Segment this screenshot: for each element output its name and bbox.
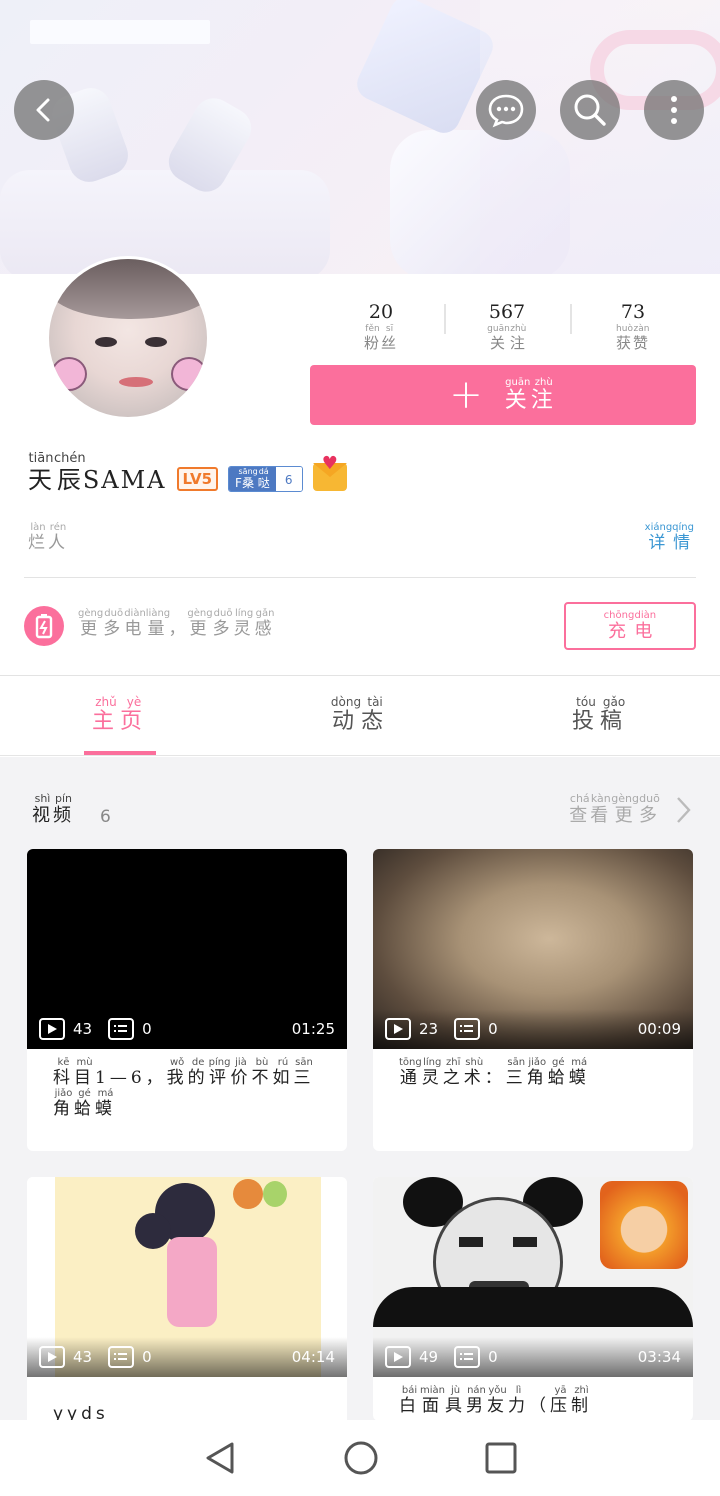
tab-dynamics[interactable]: 动dòng 态tài [240, 676, 480, 755]
main-content: 视shì频pín 6 查chá看kàn更gèng多duō 43 0 01:25 … [0, 757, 720, 1420]
stat-label: 粉fěn丝sī [363, 324, 399, 352]
video-count: 6 [100, 807, 111, 827]
follow-button[interactable]: + 关guān注zhù [310, 365, 696, 425]
video-meta: 43 0 01:25 [27, 1009, 347, 1049]
stat-label: 获huò赞zàn [615, 324, 651, 352]
duration: 04:14 [291, 1348, 335, 1366]
video-title: yyds [53, 1404, 109, 1420]
signature: 烂làn人rén [28, 522, 68, 553]
back-button[interactable] [14, 80, 74, 140]
stat-likes[interactable]: 73 获huò赞zàn [570, 300, 696, 356]
chevron-right-icon [677, 797, 691, 823]
profile-stats: 20 粉fěn丝sī 567 关guān注zhù 73 获huò赞zàn [318, 300, 696, 356]
danmaku-icon [108, 1018, 135, 1040]
tab-submissions[interactable]: 投tóu 稿gǎo [480, 676, 720, 755]
charge-prompt: 更gèng多duō电diàn量liàng，更gèng多duō灵líng感gǎn [78, 608, 276, 639]
search-icon [574, 94, 606, 126]
play-icon [39, 1018, 65, 1040]
comment-count: 0 [142, 1020, 152, 1038]
stat-following[interactable]: 567 关guān注zhù [444, 300, 570, 356]
view-more-label: 查chá看kàn更gèng多duō [569, 792, 660, 826]
more-button[interactable] [644, 80, 704, 140]
chevron-left-icon [36, 98, 50, 122]
video-card[interactable]: 23 0 00:09 通tōng灵líng之zhī术shù：三sān角jiǎo蛤… [373, 849, 693, 1151]
play-count: 23 [419, 1020, 439, 1038]
tab-home[interactable]: 主zhǔ 页yè [0, 676, 240, 755]
profile-banner [0, 0, 720, 274]
fan-medal-label: F桑sāng哒dá [229, 467, 276, 491]
video-card[interactable]: 49 0 03:34 白bái面miàn具jù男nán友yǒu力lì（压yā制z… [373, 1177, 693, 1420]
comment-count: 0 [488, 1020, 498, 1038]
level-badge[interactable]: LV5 [176, 467, 219, 491]
video-thumbnail: 23 0 00:09 [373, 849, 693, 1049]
stat-value: 567 [488, 301, 526, 323]
fan-medal-badge[interactable]: F桑sāng哒dá 6 [228, 466, 303, 492]
stat-label: 关guān注zhù [487, 324, 527, 352]
video-thumbnail: 43 0 01:25 [27, 849, 347, 1049]
video-thumbnail: 43 0 04:14 [27, 1177, 347, 1377]
stat-value: 20 [368, 301, 394, 323]
danmaku-icon [454, 1018, 481, 1040]
view-more-link[interactable]: 查chá看kàn更gèng多duō [569, 792, 692, 827]
play-count: 43 [73, 1020, 93, 1038]
video-title: 白bái面miàn具jù男nán友yǒu力lì（压yā制zhì [399, 1385, 592, 1416]
battery-icon [24, 606, 64, 646]
videos-section-header: 视shì频pín 6 查chá看kàn更gèng多duō [32, 792, 692, 833]
square-recents-icon[interactable] [484, 1441, 518, 1475]
play-icon [385, 1018, 411, 1040]
play-count: 43 [73, 1348, 93, 1366]
follow-label: 关guān注zhù [504, 376, 557, 413]
video-card[interactable]: 43 0 01:25 科kē目mù1—6，我wǒ的de评píng价jià不bù如… [27, 849, 347, 1151]
video-meta: 49 0 03:34 [373, 1337, 693, 1377]
profile-tabs: 主zhǔ 页yè 动dòng 态tài 投tóu 稿gǎo [0, 676, 720, 756]
charge-button[interactable]: 充chōng 电diàn [564, 602, 696, 650]
system-navbar [0, 1420, 720, 1496]
duration: 01:25 [291, 1020, 335, 1038]
video-meta: 43 0 04:14 [27, 1337, 347, 1377]
circle-home-icon[interactable] [342, 1439, 380, 1477]
plus-icon: + [449, 372, 483, 418]
video-meta: 23 0 00:09 [373, 1009, 693, 1049]
message-button[interactable] [476, 80, 536, 140]
video-thumbnail: 49 0 03:34 [373, 1177, 693, 1377]
video-title: 科kē目mù1—6，我wǒ的de评píng价jià不bù如rú三sān角jiǎo… [53, 1057, 315, 1119]
duration: 03:34 [637, 1348, 681, 1366]
stat-value: 73 [620, 301, 646, 323]
danmaku-icon [454, 1346, 481, 1368]
fan-medal-level: 6 [275, 467, 302, 491]
charge-row: 更gèng多duō电diàn量liàng，更gèng多duō灵líng感gǎn … [24, 602, 696, 650]
avatar[interactable] [46, 256, 210, 420]
play-icon [385, 1346, 411, 1368]
duration: 00:09 [637, 1020, 681, 1038]
play-icon [39, 1346, 65, 1368]
video-card[interactable]: 43 0 04:14 yyds [27, 1177, 347, 1420]
video-title: 通tōng灵líng之zhī术shù：三sān角jiǎo蛤gé蟆má [399, 1057, 590, 1088]
username-row: 天tiān辰chénSAMA LV5 F桑sāng哒dá 6 [28, 451, 347, 495]
section-title: 视shì频pín [32, 792, 74, 826]
search-button[interactable] [560, 80, 620, 140]
detail-link[interactable]: 详xiáng情qíng [645, 522, 694, 553]
more-vertical-icon [671, 96, 677, 124]
divider [24, 577, 696, 578]
chat-bubble-icon [488, 94, 524, 128]
envelope-heart-icon[interactable] [312, 453, 347, 491]
danmaku-icon [108, 1346, 135, 1368]
triangle-back-icon[interactable] [202, 1440, 238, 1476]
comment-count: 0 [488, 1348, 498, 1366]
username: 天tiān辰chénSAMA [28, 451, 167, 494]
play-count: 49 [419, 1348, 439, 1366]
comment-count: 0 [142, 1348, 152, 1366]
stat-fans[interactable]: 20 粉fěn丝sī [318, 300, 444, 356]
